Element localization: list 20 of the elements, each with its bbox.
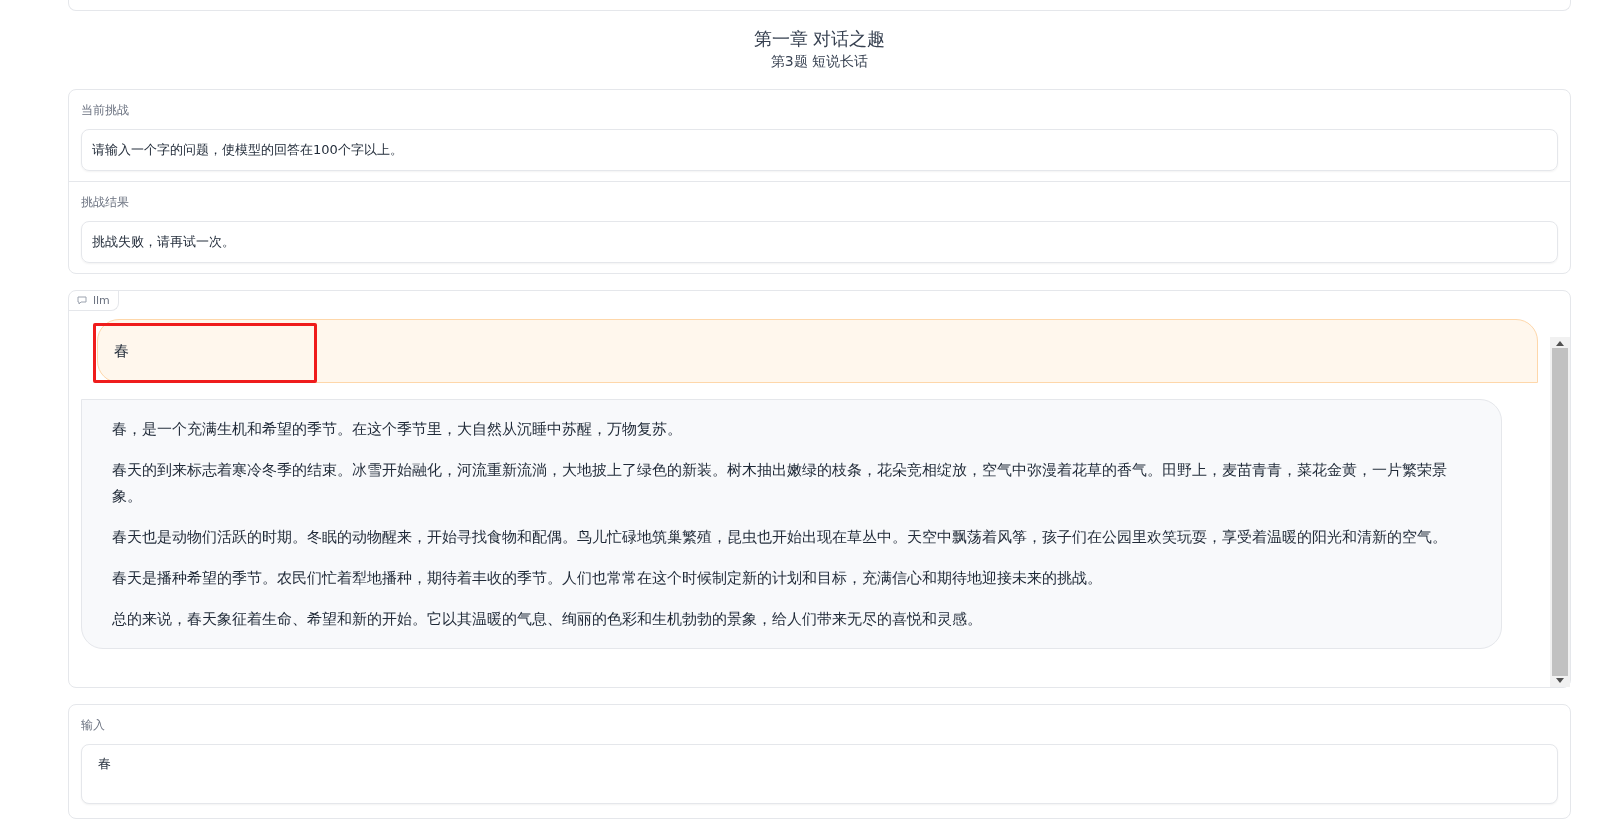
field-label: 当前挑战 (81, 102, 130, 119)
scroll-up-icon[interactable] (1556, 341, 1564, 346)
message-text: 春 (114, 341, 130, 362)
scrollbar-thumb[interactable] (1552, 348, 1568, 676)
message-text: 春天的到来标志着寒冷冬季的结束。冰雪开始融化，河流重新流淌，大地披上了绿色的新装。树木抽出嫩绿的枝条，花朵竞相绽放，空气中弥漫着花草的香气。田野上，麦苗青青，菜花金黄，一片繁荣景象。 (112, 460, 1448, 507)
message-text: 春，是一个充满生机和希望的季节。在这个季节里，大自然从沉睡中苏醒，万物复苏。 (112, 419, 683, 440)
message-text: 春天是播种希望的季节。农民们忙着犁地播种，期待着丰收的季节。人们也常常在这个时候制定新的计划和目标，充满信心和期待地迎接未来的挑战。 (112, 568, 1103, 589)
field-label: 输入 (81, 717, 106, 734)
message-text: 春天也是动物们活跃的时期。冬眠的动物醒来，开始寻找食物和配偶。鸟儿忙碌地筑巢繁殖，昆虫也开始出现在草丛中。天空中飘荡着风筝，孩子们在公园里欢笑玩耍，享受着温暖的阳光和清新的空气。 (112, 527, 1448, 548)
scrollbar[interactable] (1550, 337, 1570, 687)
result-field: 挑战失败，请再试一次。 (81, 221, 1558, 263)
chat-label-text: llm (93, 294, 110, 307)
message-text: 总的来说，春天象征着生命、希望和新的开始。它以其温暖的气息、绚丽的色彩和生机勃勃的景象，给人们带来无尽的喜悦和灵感。 (112, 609, 983, 630)
question-title: 第3题 短说长话 (770, 52, 869, 71)
input-field[interactable]: 春 (81, 744, 1558, 804)
scroll-down-icon[interactable] (1556, 678, 1564, 683)
chat-icon (77, 296, 87, 305)
chapter-title: 第一章 对话之趣 (753, 27, 886, 51)
field-label: 挑战结果 (81, 194, 130, 211)
challenge-field: 请输入一个字的问题，使模型的回答在100个字以上。 (81, 129, 1558, 171)
